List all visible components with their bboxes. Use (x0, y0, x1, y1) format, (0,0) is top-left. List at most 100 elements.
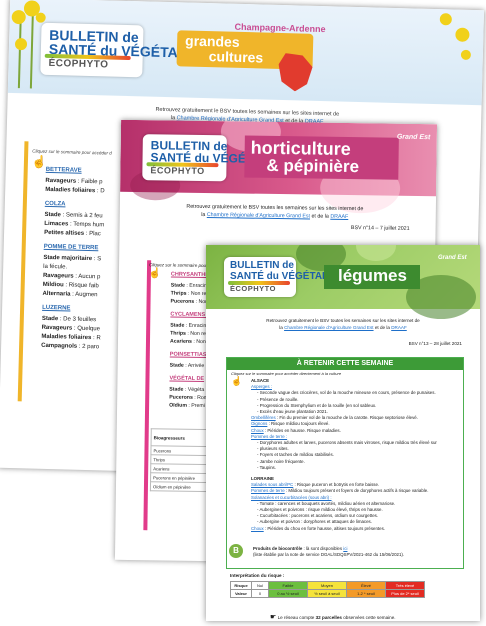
summary-hint: Cliquez sur le sommaire pour accéder dir… (231, 371, 342, 376)
summary-line-text: : Végéta (183, 386, 205, 394)
title-line2: cultures (208, 48, 264, 66)
summary-line-text: : S (92, 256, 102, 263)
banner-grandes-cultures: BULLETIN de SANTÉ du VÉGÉTAL ÉCOPHYTO Ch… (7, 0, 485, 106)
colza-flower-image (460, 49, 472, 60)
link-asperges[interactable]: Asperges : (251, 384, 272, 389)
colza-stem (17, 18, 22, 89)
summary-line-text: : De 3 feuilles (58, 316, 97, 324)
lettuce-image (356, 245, 396, 261)
summary-line-label: Alternaria (42, 290, 71, 298)
link-ombelliferes[interactable]: Ombellifères (251, 415, 276, 420)
link-solanacees[interactable]: Solanacées et cucurbitacées (sous abri) … (251, 495, 332, 500)
summary-line-text: : Risque faib (63, 282, 99, 290)
link-chambre-agriculture[interactable]: Chambre Régionale d'Agriculture Grand Es… (207, 212, 310, 219)
logo-ecophyto: ÉCOPHYTO (230, 284, 276, 293)
biocontrole-desc: : là sont disponibles (302, 546, 344, 551)
summary-line-label: Stade (170, 322, 185, 329)
bsv-logo: BULLETIN de SANTÉ du VÉGÉTAL ÉCOPHYTO (224, 257, 328, 297)
summary-line-text: : Temps hum (68, 221, 105, 229)
title-line2: & pépinière (266, 155, 360, 177)
bullet-text: Cucurbitacées : pucerons et acariens, oï… (259, 513, 379, 519)
summary-line-text: : Arrivée (183, 362, 205, 370)
summary-sidebar-bar (17, 141, 29, 402)
summary-line-text: : Premi (186, 402, 205, 410)
summary-line-text: : Enracin (184, 322, 207, 330)
link-salades[interactable]: Salades sous abri/PC (251, 482, 293, 487)
intro-text: Retrouvez gratuitement le BSV toutes les… (150, 202, 400, 221)
link-biocontrole[interactable]: ici (343, 546, 347, 551)
summary-line-text: : D (95, 188, 105, 195)
summary-line-label: Stade (170, 282, 185, 289)
summary-line-label: Petites altises (44, 229, 85, 237)
summary-line-text: : Aucun p (73, 273, 101, 281)
summary-line-label: Limaces (44, 220, 69, 228)
asperges-list: - Seconde vague des criocères, vol de la… (251, 390, 457, 415)
colza-flower-image (11, 9, 26, 25)
summary-line-text: : Semis à 2 feu (60, 212, 103, 220)
pommes-de-terre-lorraine-text: : Mildiou toujours présent et foyers de … (284, 488, 429, 494)
bullet-text: Progression du Stemphylium et de la roui… (259, 402, 377, 408)
intro-text: Retrouvez gratuitement le BSV toutes les… (230, 317, 456, 331)
solanacees-list: - Tomate : carences et bouquets avortés,… (251, 501, 457, 526)
bsv-logo: BULLETIN de SANTÉ du VÉGÉTAL ÉCOPHYTO (40, 22, 186, 78)
title-horticulture: horticulture & pépinière (244, 135, 399, 180)
risk-interpretation-title: Interprétation du risque : (230, 573, 285, 578)
logo-ecophyto: ÉCOPHYTO (150, 165, 205, 176)
summary-line-text: : Enracin (184, 282, 207, 290)
a-retenir-box: À RETENIR CETTE SEMAINE Cliquez sur le s… (226, 357, 464, 569)
link-draaf[interactable]: DRAAF (330, 214, 348, 220)
salades-text: : Risque puceron et botrytis en forte ba… (293, 482, 380, 488)
banner-legumes: BULLETIN de SANTÉ du VÉGÉTAL ÉCOPHYTO lé… (206, 245, 480, 319)
link-pommes-de-terre[interactable]: Pommes de terre : (251, 434, 287, 439)
colza-flower-image (14, 38, 28, 51)
summary-line-text: : 2 paro (77, 343, 100, 351)
region-label: Grand Est (396, 133, 431, 142)
summary-line-text: : Quelque (72, 325, 101, 333)
link-choux[interactable]: Choux (251, 428, 264, 433)
biocontrole-icon: B (229, 544, 243, 558)
bsv-number: BSV n°13 – 28 juillet 2021 (408, 341, 462, 346)
summary-line-label: Thrips (170, 290, 187, 297)
summary-line-text: : Non (191, 338, 206, 346)
colza-flower-image (455, 27, 470, 42)
summary-line-label: Stade (41, 315, 59, 323)
colza-flower-image (35, 12, 46, 23)
biocontrole-title: Produits de biocontrôle (253, 546, 303, 551)
summary-line-label: Oïdium (169, 402, 188, 409)
value-row-label: Valeur (230, 589, 252, 598)
a-retenir-body: ALSACE Asperges : - Seconde vague des cr… (251, 378, 457, 532)
link-oignons[interactable]: Oignons (251, 421, 267, 426)
summary-line-label: Mildiou (42, 281, 64, 289)
link-draaf[interactable]: DRAAF (391, 325, 407, 330)
summary-line-label: Ravageurs (42, 272, 74, 280)
link-pommes-de-terre-lorraine[interactable]: Pommes de terre (251, 488, 285, 493)
colza-flower-image (439, 13, 452, 26)
summary-line-label: Maladies foliaires (41, 333, 92, 342)
bullet-text: Aubergines et poivrons : risque mildiou … (259, 507, 383, 513)
title-text: légumes (338, 266, 407, 285)
logo-ecophyto: ÉCOPHYTO (48, 57, 109, 71)
region-label: Grand Est (438, 255, 467, 261)
summary-line-label: Pucerons (170, 298, 195, 305)
banner-horticulture: BULLETIN de SANTÉ du VÉGÉTAL ÉCOPHYTO ho… (120, 119, 438, 214)
summary-line-label: Ravageurs (41, 324, 73, 332)
biocontrole-note: (liste établie par la note de service DG… (253, 552, 405, 558)
summary-line-text: : Augmen (70, 291, 98, 299)
risk-level-cell: Élevé (346, 581, 386, 590)
bullet-text: Doryphores adultes et larves, pucerons a… (259, 440, 437, 446)
title-legumes: légumes (324, 265, 420, 289)
summary-line-label: Stade (169, 386, 184, 393)
summary-line-text: la fécule. (43, 263, 68, 271)
summary-line-label: Thrips (170, 330, 187, 337)
footer-post: observées cette semaine. (341, 615, 396, 620)
oignons-text: : Risque mildiou toujours élevé. (267, 421, 330, 427)
risk-row-label: Risque (230, 581, 252, 590)
summary-line-label: Ravageurs (45, 177, 77, 185)
summary-line-label: Pucerons (169, 394, 193, 401)
link-choux-lorraine[interactable]: Choux (251, 526, 264, 531)
intro-mid: et de la (373, 325, 392, 330)
logo-line1: BULLETIN de (230, 260, 294, 271)
summary-line-label: Stade majoritaire (43, 254, 93, 263)
summary-line-label: Stade (169, 362, 184, 369)
link-chambre-agriculture[interactable]: Chambre Régionale d'Agriculture Grand Es… (284, 325, 373, 330)
